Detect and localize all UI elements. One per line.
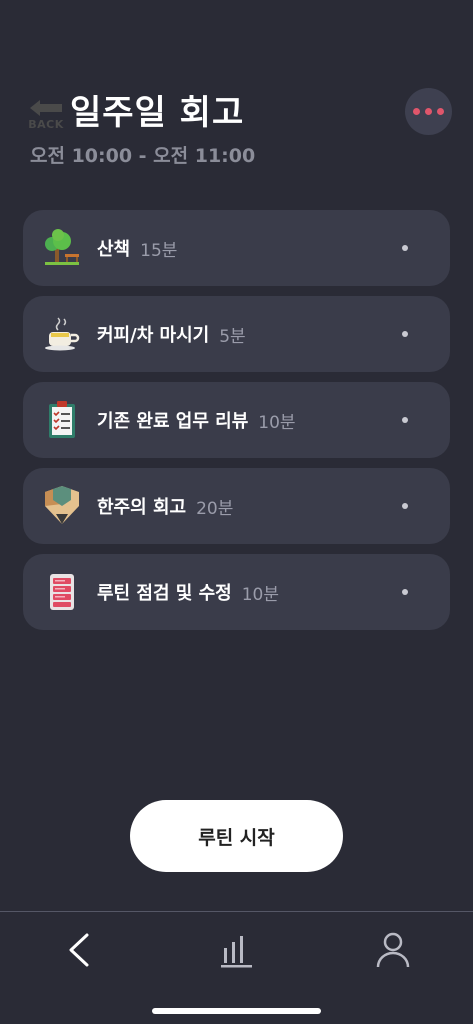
- step-options-dot-icon[interactable]: [402, 417, 408, 423]
- start-routine-button[interactable]: 루틴 시작: [130, 800, 343, 872]
- step-name: 커피/차 마시기: [97, 325, 210, 346]
- step-duration: 15분: [140, 240, 178, 261]
- step-duration: 20분: [196, 498, 234, 519]
- time-range: 오전 10:00 - 오전 11:00: [30, 145, 256, 167]
- routine-list-icon: [43, 572, 81, 612]
- routine-step-list: 산책 15분 커피/차 마시기 5분 기존 완료 업무 리뷰 10분 한주의 회…: [23, 210, 450, 640]
- back-chevron-icon[interactable]: [58, 930, 98, 970]
- step-options-dot-icon[interactable]: [402, 245, 408, 251]
- back-badge-label: BACK: [28, 118, 64, 131]
- routine-step-item[interactable]: 한주의 회고 20분: [23, 468, 450, 544]
- tree-bench-icon: [43, 228, 81, 268]
- pencil-tip-icon: [43, 486, 81, 526]
- step-name: 산책: [97, 239, 131, 260]
- step-name: 기존 완료 업무 리뷰: [97, 411, 249, 432]
- coffee-cup-icon: [43, 314, 81, 354]
- more-options-button[interactable]: [405, 88, 452, 135]
- more-dot-icon: [413, 108, 420, 115]
- step-duration: 5분: [219, 326, 246, 347]
- routine-step-item[interactable]: 커피/차 마시기 5분: [23, 296, 450, 372]
- more-dot-icon: [437, 108, 444, 115]
- step-duration: 10분: [258, 412, 296, 433]
- step-name: 루틴 점검 및 수정: [97, 583, 232, 604]
- routine-detail-screen: BACK 일주일 회고 오전 10:00 - 오전 11:00 산책 15분 커…: [0, 0, 473, 1024]
- more-dot-icon: [425, 108, 432, 115]
- routine-step-item[interactable]: 루틴 점검 및 수정 10분: [23, 554, 450, 630]
- step-options-dot-icon[interactable]: [402, 331, 408, 337]
- step-name: 한주의 회고: [97, 497, 187, 518]
- step-options-dot-icon[interactable]: [402, 589, 408, 595]
- routine-step-item[interactable]: 산책 15분: [23, 210, 450, 286]
- step-options-dot-icon[interactable]: [402, 503, 408, 509]
- page-title: 일주일 회고: [70, 93, 245, 133]
- routine-step-item[interactable]: 기존 완료 업무 리뷰 10분: [23, 382, 450, 458]
- arrow-left-icon: [30, 100, 62, 116]
- checklist-clipboard-icon: [43, 400, 81, 440]
- back-arrow-badge[interactable]: BACK: [26, 96, 66, 134]
- home-indicator: [152, 1008, 321, 1014]
- bar-chart-icon[interactable]: [216, 930, 256, 970]
- step-duration: 10분: [241, 584, 280, 605]
- profile-icon[interactable]: [373, 930, 413, 970]
